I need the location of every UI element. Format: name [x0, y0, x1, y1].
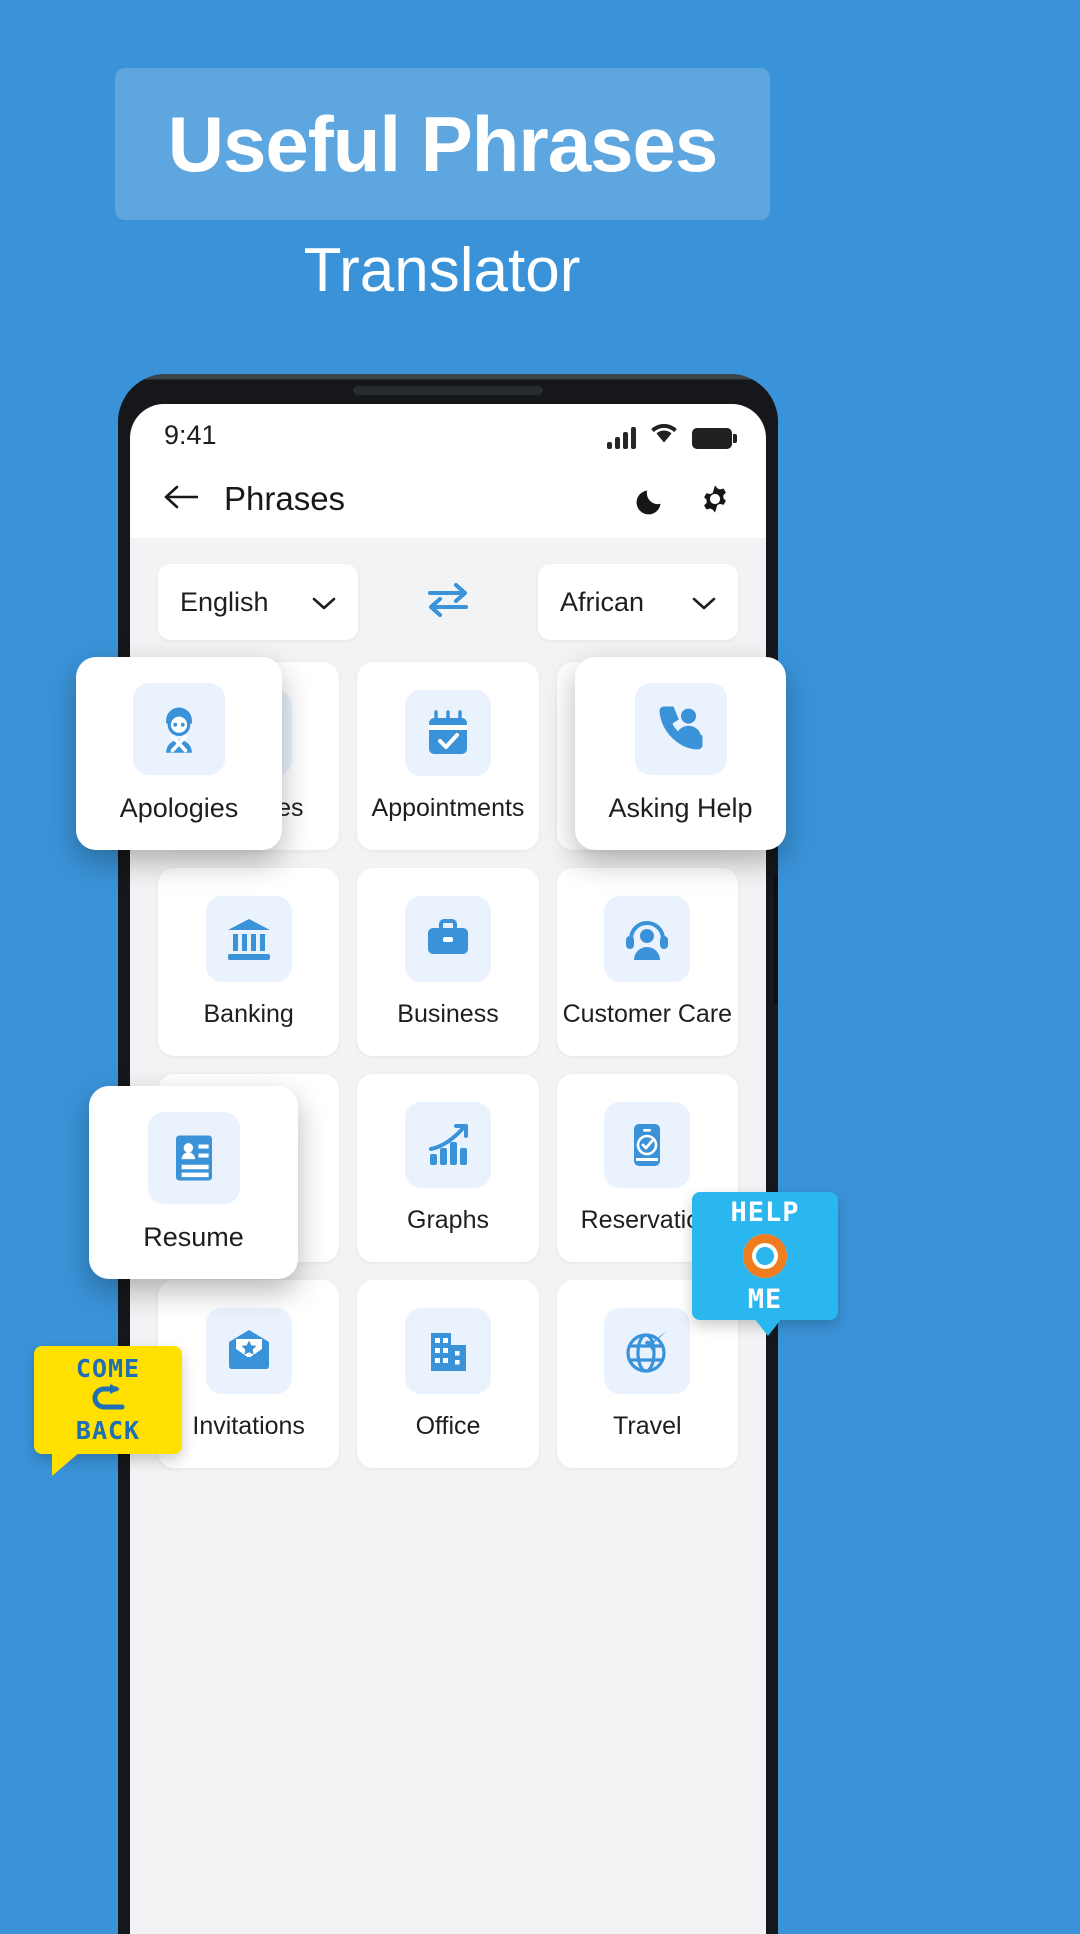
app-bar-title: Phrases: [224, 480, 346, 517]
life-ring-icon: [740, 1231, 790, 1281]
office-building-icon: [404, 1307, 491, 1394]
swap-arrows-icon: [420, 579, 476, 626]
status-clock: 9:41: [164, 419, 217, 450]
language-selector-row: English African: [130, 538, 766, 658]
tile-label: Apologies: [119, 793, 239, 823]
source-language-value: English: [180, 586, 269, 617]
apology-person-icon: [133, 683, 225, 775]
swap-languages-button[interactable]: [411, 579, 485, 626]
tile-label: Graphs: [407, 1205, 489, 1234]
source-language-dropdown[interactable]: English: [158, 564, 358, 640]
bar-chart-arrow-icon: [404, 1101, 491, 1188]
tile-banking[interactable]: Banking: [158, 868, 340, 1056]
tile-invitations[interactable]: Invitations: [158, 1280, 340, 1468]
wifi-icon: [649, 421, 679, 449]
chevron-down-icon: [312, 587, 336, 618]
tile-resume-highlighted[interactable]: Resume: [89, 1086, 298, 1279]
calendar-check-icon: [404, 689, 491, 776]
tile-label: Asking Help: [608, 793, 753, 823]
target-language-dropdown[interactable]: African: [538, 564, 738, 640]
tile-graphs[interactable]: Graphs: [357, 1074, 539, 1262]
phone-side-button: [774, 874, 778, 1004]
come-back-badge-line2: BACK: [75, 1415, 141, 1445]
come-back-badge-line1: COME: [75, 1354, 141, 1384]
tile-appointments[interactable]: Appointments: [357, 662, 539, 850]
come-back-badge[interactable]: COME BACK: [34, 1346, 182, 1476]
envelope-star-icon: [205, 1307, 292, 1394]
status-icon-group: [607, 421, 737, 449]
help-badge-line2: ME: [747, 1284, 783, 1315]
gear-icon[interactable]: [698, 482, 732, 516]
battery-full-icon: [692, 428, 737, 449]
briefcase-icon: [404, 895, 491, 982]
app-bar: Phrases: [130, 460, 766, 538]
moon-icon[interactable]: [636, 483, 668, 515]
tile-apologies-highlighted[interactable]: Apologies: [76, 657, 282, 850]
mobile-check-icon: [604, 1101, 691, 1188]
bank-building-icon: [205, 895, 292, 982]
promo-subtitle: Translator: [303, 236, 581, 305]
tile-label: Resume: [143, 1222, 244, 1252]
tile-label: Office: [415, 1411, 481, 1440]
page-title: Useful Phrases: [167, 100, 719, 188]
globe-plane-icon: [604, 1307, 691, 1394]
tile-customer-care[interactable]: Customer Care: [556, 868, 738, 1056]
signal-bars-icon: [607, 427, 636, 449]
id-card-icon: [147, 1112, 240, 1204]
tile-asking-help-highlighted[interactable]: Asking Help: [575, 657, 786, 850]
u-turn-arrow-icon: [82, 1383, 134, 1418]
tile-label: Appointments: [371, 793, 525, 822]
help-me-badge[interactable]: HELP ME: [692, 1192, 838, 1336]
tile-label: Banking: [203, 999, 294, 1028]
status-bar: 9:41: [130, 404, 766, 460]
tile-business[interactable]: Business: [357, 868, 539, 1056]
tile-office[interactable]: Office: [357, 1280, 539, 1468]
phone-speaker: [353, 386, 543, 395]
phone-support-icon: [634, 683, 727, 775]
help-badge-line1: HELP: [730, 1197, 800, 1228]
tile-label: Customer Care: [562, 999, 733, 1028]
chevron-down-icon: [692, 587, 716, 618]
back-arrow-icon[interactable]: [164, 483, 202, 516]
headset-agent-icon: [604, 895, 691, 982]
target-language-value: African: [560, 586, 645, 617]
tile-label: Invitations: [192, 1411, 305, 1440]
tile-label: Travel: [613, 1411, 682, 1440]
tile-label: Business: [397, 999, 499, 1028]
promo-title-container: Useful Phrases: [115, 68, 770, 220]
